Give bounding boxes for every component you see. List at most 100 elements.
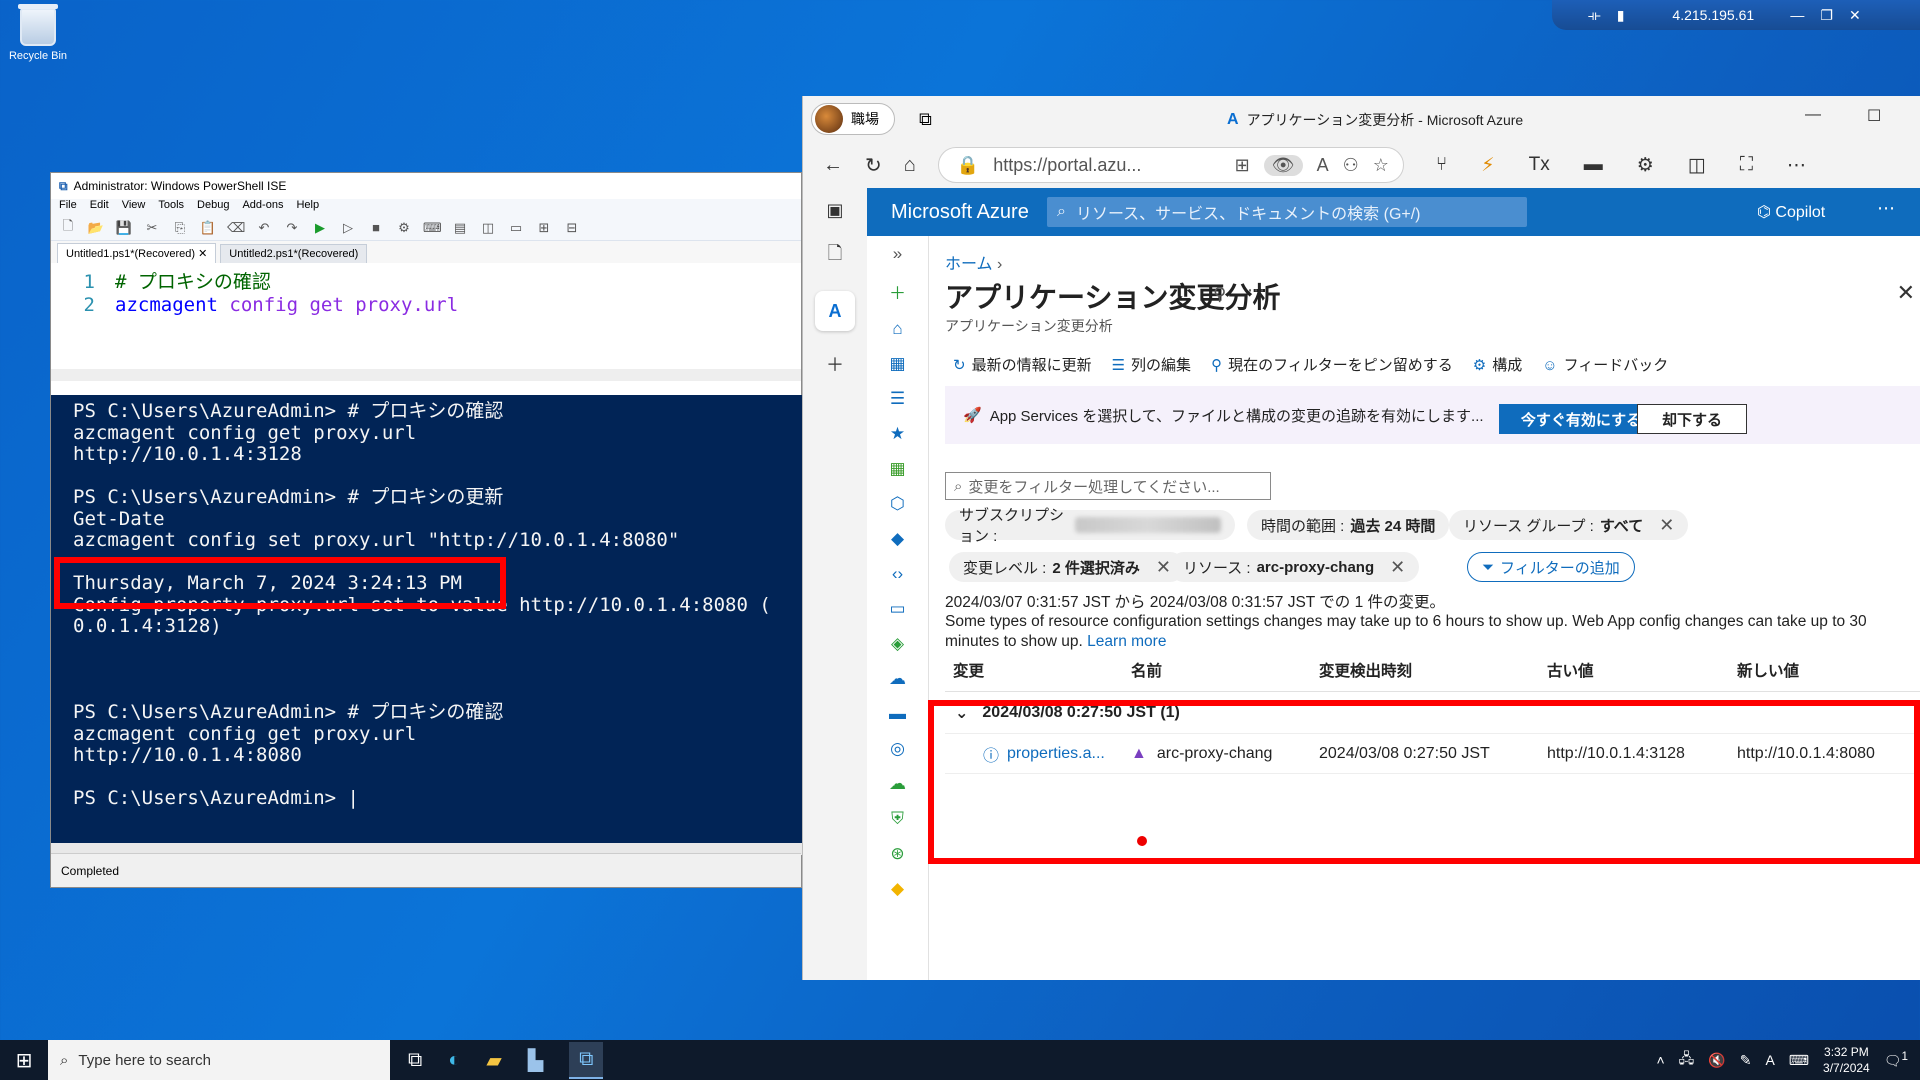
favorite-icon[interactable]: ☆ [1373, 155, 1389, 176]
save-icon[interactable]: 💾 [115, 220, 133, 236]
layout-right-icon[interactable]: ◫ [479, 220, 497, 236]
pen-icon[interactable]: ✎ [1740, 1052, 1752, 1069]
subscription-filter[interactable]: サブスクリプション : [945, 507, 1235, 545]
remove-filter-icon[interactable]: ✕ [1390, 557, 1405, 578]
tab-untitled1[interactable]: Untitled1.ps1*(Recovered) ✕ [57, 243, 217, 263]
pin-filter-button[interactable]: ⚲ 現在のフィルターをピン留めする [1211, 354, 1453, 375]
profile-button[interactable]: 職場 [811, 103, 895, 135]
extensions-icon[interactable]: ⚙ [1637, 154, 1654, 177]
remote-icon[interactable]: ⚙ [395, 220, 413, 236]
home-icon[interactable]: ⌂ [892, 319, 902, 339]
breadcrumb[interactable]: ホーム › [945, 250, 1002, 274]
menu-tools[interactable]: Tools [158, 199, 184, 215]
virtual-machines-icon[interactable]: ▭ [889, 599, 905, 619]
all-resources-icon[interactable]: ▦ [889, 459, 905, 479]
storage-icon[interactable]: ☁ [889, 669, 906, 689]
dismiss-button[interactable]: 却下する [1637, 404, 1747, 434]
tx-extension-icon[interactable]: Tx [1529, 154, 1550, 177]
script-editor[interactable]: 1 # プロキシの確認 2 azcmagent config get proxy.u… [51, 263, 801, 381]
server-manager-icon[interactable]: ▙ [528, 1048, 543, 1073]
col-name[interactable]: 名前 [1131, 659, 1319, 681]
paste-icon[interactable]: 📋 [199, 220, 217, 236]
azure-brand[interactable]: Microsoft Azure [891, 201, 1047, 224]
time-range-filter[interactable]: 時間の範囲 : 過去 24 時間 [1247, 510, 1450, 540]
windows-start-icon[interactable]: ⊞ [0, 1048, 48, 1073]
dashboard-icon[interactable]: ▦ [889, 354, 905, 374]
more-icon[interactable]: ⋯ [1787, 154, 1806, 177]
refresh-button[interactable]: ↻ 最新の情報に更新 [953, 354, 1092, 375]
copilot-button[interactable]: ⌬ Copilot [1757, 202, 1825, 222]
open-icon[interactable]: 📂 [87, 220, 105, 236]
breadcrumb-home[interactable]: ホーム [945, 256, 993, 273]
more-icon[interactable]: ⋯ [1247, 280, 1265, 301]
monitor-icon[interactable]: ◎ [890, 739, 905, 759]
commands-icon[interactable]: ⊟ [563, 220, 581, 236]
change-level-filter[interactable]: 変更レベル :2 件選択済み ✕ [949, 552, 1185, 582]
function-app-icon[interactable]: ‹› [892, 564, 903, 584]
page-tab-icon[interactable]: 🗋 [828, 241, 842, 271]
security-icon[interactable]: ⛨ [891, 809, 904, 829]
menu-file[interactable]: File [59, 199, 77, 215]
collections-icon[interactable]: ⛶ [1740, 154, 1753, 177]
rdp-connection-bar[interactable]: ⟛ ▮ 4.215.195.61 — ❐ ✕ [1552, 0, 1920, 30]
read-aloud-icon[interactable]: A [1317, 155, 1329, 176]
console-icon[interactable]: ⌨ [423, 220, 442, 236]
close-icon[interactable]: ✕ [1897, 280, 1915, 306]
layout-max-icon[interactable]: ▭ [507, 220, 525, 236]
minimize-icon[interactable]: — [1790, 7, 1804, 23]
redo-icon[interactable]: ↷ [283, 220, 301, 236]
new-tab-icon[interactable]: ＋ [826, 351, 844, 377]
col-change[interactable]: 変更 [945, 659, 1131, 681]
addon-icon[interactable]: ⊞ [535, 220, 553, 236]
run-icon[interactable]: ▶ [311, 220, 329, 236]
copy-icon[interactable]: ⎘ [171, 220, 189, 236]
recycle-bin[interactable]: Recycle Bin [6, 4, 70, 62]
configure-button[interactable]: ⚙ 構成 [1473, 354, 1522, 375]
address-bar[interactable]: 🔒 https://portal.azu... ⊞ 👁 A ⚇ ☆ [937, 147, 1404, 183]
remove-filter-icon[interactable]: ✕ [1659, 515, 1674, 536]
cost-management-icon[interactable]: ⊛ [890, 844, 904, 864]
edit-columns-button[interactable]: ☰ 列の編集 [1112, 354, 1191, 375]
azure-search[interactable]: ⌕ リソース、サービス、ドキュメントの検索 (G+/) [1047, 197, 1527, 227]
add-filter-button[interactable]: ⏷ フィルターの追加 [1467, 552, 1635, 582]
notification-icon[interactable]: 🗨1 [1884, 1050, 1908, 1070]
refresh-icon[interactable]: ↻ [865, 153, 882, 178]
input-icon[interactable]: ⌨ [1789, 1052, 1809, 1069]
menu-debug[interactable]: Debug [197, 199, 229, 215]
feedback-button[interactable]: ☺ フィードバック [1542, 354, 1668, 375]
col-time[interactable]: 変更検出時刻 [1319, 659, 1547, 681]
file-explorer-icon[interactable]: ▰ [486, 1048, 501, 1073]
workspaces-icon[interactable]: ⧉ [919, 109, 932, 130]
more-icon[interactable]: ⋯ [1877, 198, 1895, 219]
tab-actions-icon[interactable]: ▣ [826, 200, 843, 221]
clear-icon[interactable]: ⌫ [227, 220, 245, 236]
task-view-icon[interactable]: ⧉ [408, 1049, 422, 1072]
cut-icon[interactable]: ✂ [143, 220, 161, 236]
undo-icon[interactable]: ↶ [255, 220, 273, 236]
edge-app-icon[interactable]: ◐ [448, 1049, 460, 1072]
menu-help[interactable]: Help [296, 199, 319, 215]
favorites-icon[interactable]: ★ [890, 424, 905, 444]
col-new-value[interactable]: 新しい値 [1737, 659, 1799, 681]
maximize-icon[interactable]: ☐ [1867, 106, 1881, 126]
azure-tab-icon[interactable]: A [815, 291, 855, 331]
translate-icon[interactable]: ⚇ [1343, 155, 1359, 176]
run-selection-icon[interactable]: ▷ [339, 220, 357, 236]
layout-top-icon[interactable]: ▤ [451, 220, 469, 236]
tracking-prevention-icon[interactable]: 👁 [1263, 154, 1303, 176]
menu-view[interactable]: View [122, 199, 146, 215]
col-old-value[interactable]: 古い値 [1547, 659, 1737, 681]
resource-filter[interactable]: リソース : arc-proxy-chang ✕ [1169, 552, 1420, 582]
tab-untitled2[interactable]: Untitled2.ps1*(Recovered) [220, 244, 368, 263]
close-tab-icon[interactable]: ✕ [198, 248, 207, 260]
create-resource-icon[interactable]: ＋ [889, 279, 906, 304]
pin-icon[interactable]: ⟛ [1588, 7, 1601, 24]
menu-edit[interactable]: Edit [90, 199, 109, 215]
volume-icon[interactable]: 🔇 [1708, 1052, 1725, 1069]
split-screen-icon[interactable]: ◫ [1688, 154, 1706, 177]
taskbar-clock[interactable]: 3:32 PM 3/7/2024 [1823, 1044, 1870, 1076]
network-icon[interactable]: 🖧 [1679, 1048, 1695, 1072]
virtual-networks-icon[interactable]: ▬ [889, 704, 906, 724]
pin-icon[interactable]: ⚲ [1213, 284, 1226, 305]
extension-icon[interactable]: ▬ [1584, 154, 1603, 177]
